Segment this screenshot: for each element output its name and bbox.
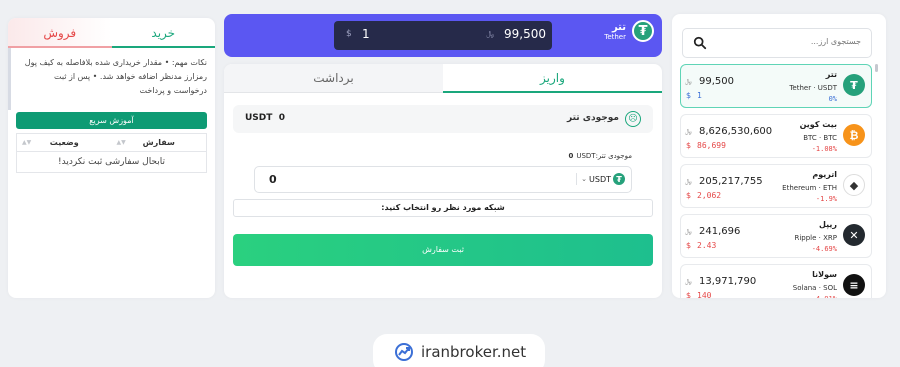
coin-change: 0% [828, 95, 837, 103]
coin-usd-price: 86,699 [697, 141, 726, 150]
coin-name: تتر [825, 70, 837, 79]
price-toman: 99,500 [504, 27, 546, 41]
coin-card[interactable]: ﷼ 8,626,530,600 $86,699 بیت کوین BTC · BTC -1… [680, 114, 872, 158]
coin-name: ریپل [818, 220, 837, 229]
toman-unit: ﷼ [486, 30, 494, 38]
coin-change: -4.91% [812, 295, 837, 298]
coin-change: -4.69% [811, 245, 837, 253]
submit-order-button[interactable]: ثبت سفارش [233, 234, 653, 266]
dollar-icon: $ [346, 29, 352, 39]
currency-label: USDT [589, 174, 611, 184]
coin-logo-icon: ≡ [843, 274, 865, 296]
coin-change: -1.08% [811, 145, 837, 153]
dollar-icon: $ [686, 141, 692, 150]
tether-logo-icon: ₮ [632, 20, 654, 42]
dollar-icon: $ [686, 291, 692, 298]
coin-price: 241,696 [699, 226, 741, 237]
coin-usd-price: 2.43 [697, 241, 717, 250]
coin-list-panel: جستجوی ارز... ﷼ 99,500 $1 تتر Tether · USDT 0… [672, 14, 886, 298]
coin-change: -1.9% [815, 195, 837, 203]
coin-price: 8,626,530,600 [699, 126, 773, 137]
coin-usd-price: 2,062 [697, 191, 722, 200]
coin-name: سولانا [812, 270, 837, 279]
search-placeholder: جستجوی ارز... [810, 37, 861, 46]
dollar-icon: $ [686, 241, 692, 250]
coin-logo-icon: ◆ [843, 174, 865, 196]
coin-name: تتر [611, 21, 626, 33]
brand-badge[interactable]: iranbroker.net [373, 334, 545, 367]
coin-symbol: Ethereum · ETH [782, 184, 837, 192]
coin-price: 205,217,755 [699, 176, 763, 187]
coin-usd-price: 140 [697, 291, 712, 298]
important-notes: نکات مهم: • مقدار خریداری شده بلافاصله ب… [8, 48, 215, 110]
sad-face-icon: ☹ [625, 111, 641, 127]
coin-card[interactable]: ﷼ 205,217,755 $2,062 اتریوم Ethereum · ETH -1… [680, 164, 872, 208]
coin-logo-icon: ✕ [843, 224, 865, 246]
coin-name: بیت کوین [799, 120, 837, 129]
trade-tabs: فروش خرید [8, 18, 215, 48]
brand-text: iranbroker.net [421, 343, 527, 361]
toman-unit: ﷼ [685, 278, 692, 285]
tab-deposit[interactable]: واریز [443, 64, 662, 93]
scrollbar[interactable] [875, 64, 878, 72]
column-order[interactable]: ▲▼ سفارش [112, 134, 207, 151]
buy-sell-panel: فروش خرید نکات مهم: • مقدار خریداری شده … [8, 18, 215, 298]
coin-list: ﷼ 99,500 $1 تتر Tether · USDT 0% ₮ ﷼ 8,626,530,6… [680, 64, 872, 298]
tab-sell[interactable]: فروش [8, 18, 112, 48]
search-input[interactable]: جستجوی ارز... [682, 28, 872, 58]
orders-table-header: ▲▼ وضعیت ▲▼ سفارش [17, 134, 206, 152]
coin-logo-icon: ₮ [843, 74, 865, 96]
amount-input[interactable]: 0 ⌄ USDT ₮ [254, 166, 632, 193]
column-status-label: وضعیت [49, 138, 79, 147]
column-order-label: سفارش [142, 138, 175, 147]
dollar-icon: $ [686, 91, 692, 100]
coin-card[interactable]: ﷼ 99,500 $1 تتر Tether · USDT 0% ₮ [680, 64, 872, 108]
coin-card[interactable]: ﷼ 13,971,790 $140 سولانا Solana · SOL -4.91% ≡ [680, 264, 872, 298]
network-select[interactable]: شبکه مورد نظر رو انتخاب کنید: [233, 199, 653, 217]
orders-table: ▲▼ وضعیت ▲▼ سفارش تابحال سفارشی ثبت نکردید… [16, 133, 207, 173]
coin-price: 13,971,790 [699, 276, 757, 287]
coin-title: تتر Tether ₮ [604, 20, 654, 42]
price-box: $ 1 ﷼ 99,500 [334, 21, 552, 50]
deposit-withdraw-panel: برداشت واریز USDT 0 موجودی تتر ☹ موجودی … [224, 64, 662, 298]
coin-header: $ 1 ﷼ 99,500 تتر Tether ₮ [224, 14, 662, 57]
column-status[interactable]: ▲▼ وضعیت [17, 134, 112, 151]
search-icon [693, 36, 707, 50]
balance-label: موجودی تتر [567, 113, 619, 123]
tether-icon: ₮ [613, 173, 625, 185]
sort-icon: ▲▼ [116, 139, 126, 146]
dollar-icon: $ [686, 191, 692, 200]
balance-row: USDT 0 موجودی تتر ☹ [233, 105, 653, 133]
amount-value: 0 [269, 173, 277, 186]
available-balance: موجودی تتر:0 USDT [568, 152, 632, 160]
coin-price: 99,500 [699, 76, 734, 87]
orders-empty-message: تابحال سفارشی ثبت نکردید! [58, 157, 165, 167]
toman-unit: ﷼ [685, 178, 692, 185]
balance-value: USDT 0 [245, 113, 285, 123]
sort-icon: ▲▼ [22, 139, 32, 146]
price-usd: 1 [362, 27, 370, 41]
coin-name: اتریوم [812, 170, 837, 179]
toman-unit: ﷼ [685, 128, 692, 135]
chart-logo-icon [395, 343, 413, 361]
coin-card[interactable]: ﷼ 241,696 $2.43 ریپل Ripple · XRP -4.69% ✕ [680, 214, 872, 258]
coin-symbol: Solana · SOL [792, 284, 837, 292]
chevron-down-icon: ⌄ [581, 175, 588, 183]
quick-training-button[interactable]: آموزش سریع [16, 112, 207, 129]
coin-symbol: Ripple · XRP [794, 234, 837, 242]
orders-box: آموزش سریع ▲▼ وضعیت ▲▼ سفارش تابحال سفارشی… [16, 112, 207, 173]
coin-usd-price: 1 [697, 91, 702, 100]
coin-symbol: Tether · USDT [789, 84, 837, 92]
toman-unit: ﷼ [685, 78, 692, 85]
toman-unit: ﷼ [685, 228, 692, 235]
coin-logo-icon: ₿ [843, 124, 865, 146]
deposit-withdraw-tabs: برداشت واریز [224, 64, 662, 93]
currency-select[interactable]: ⌄ USDT ₮ [576, 173, 625, 185]
tab-buy[interactable]: خرید [111, 18, 215, 48]
coin-symbol: BTC · BTC [803, 134, 837, 142]
coin-name-en: Tether [604, 32, 626, 41]
tab-withdraw[interactable]: برداشت [224, 64, 443, 93]
